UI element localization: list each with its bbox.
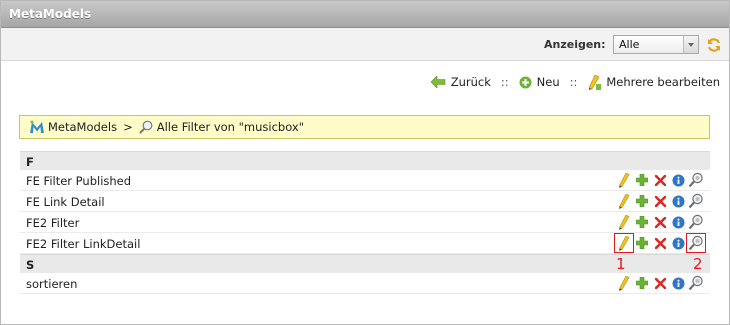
group-header: F [20,151,710,170]
filter-name: FE Filter Published [26,174,132,188]
edit-multiple-label: Mehrere bearbeiten [606,75,720,89]
pencil-icon[interactable] [616,275,632,291]
back-link[interactable]: Zurück [430,75,491,89]
filter-row: sortieren [20,273,710,294]
filter-name: FE2 Filter LinkDetail [26,237,141,251]
info-icon[interactable] [670,275,686,291]
plus-icon[interactable] [634,193,650,209]
breadcrumb-separator: > [123,120,133,134]
show-select-value: Alle [619,38,640,51]
info-icon[interactable] [670,193,686,209]
filter-listing: F FE Filter Published FE Link Detail FE2 Fi… [20,151,710,294]
window-title: MetaModels [9,7,92,21]
metamodels-logo-icon [30,120,44,133]
new-link[interactable]: Neu [519,75,560,89]
action-separator: :: [500,75,509,89]
delete-icon[interactable] [652,275,668,291]
filter-settings-icon[interactable] [688,214,704,230]
plus-icon[interactable] [634,214,650,230]
pencil-icon[interactable] [616,193,632,209]
global-actions: Zurück :: Neu :: Mehrere bearbeiten [430,74,720,90]
row-actions [614,214,704,230]
pencil-icon[interactable] [616,172,632,188]
info-icon[interactable] [670,214,686,230]
filter-settings-icon[interactable] [688,172,704,188]
row-actions [614,193,704,209]
row-actions [614,233,706,253]
filter-toolbar: Anzeigen: Alle [1,28,729,61]
new-icon [519,76,532,88]
new-label: Neu [536,75,560,89]
filter-name: sortieren [26,277,78,291]
info-icon[interactable] [670,235,686,251]
plus-icon[interactable] [634,172,650,188]
plus-icon[interactable] [634,275,650,291]
breadcrumb-current: Alle Filter von "musicbox" [156,120,304,134]
info-icon[interactable] [670,172,686,188]
delete-icon[interactable] [652,214,668,230]
filter-settings-icon[interactable] [688,193,704,209]
magnifier-icon [139,120,153,134]
delete-icon[interactable] [652,193,668,209]
plus-icon[interactable] [634,235,650,251]
group-header: S [20,254,710,273]
filter-row: FE Link Detail [20,191,710,212]
annotation-marker-1: 1 [616,255,626,273]
delete-icon[interactable] [652,235,668,251]
show-select[interactable]: Alle [613,35,699,54]
title-bar: MetaModels [1,1,729,28]
show-label: Anzeigen: [544,38,606,51]
filter-name: FE2 Filter [26,216,80,230]
edit-multiple-icon [588,74,602,90]
refresh-icon[interactable] [706,37,722,53]
filter-row: FE Filter Published [20,170,710,191]
filter-row: FE2 Filter LinkDetail [20,233,710,254]
back-label: Zurück [450,75,491,89]
pencil-icon[interactable] [616,214,632,230]
filter-row: FE2 Filter [20,212,710,233]
edit-multiple-link[interactable]: Mehrere bearbeiten [587,74,720,90]
back-arrow-icon [430,76,446,88]
breadcrumb: MetaModels > Alle Filter von "musicbox" [19,115,710,139]
pencil-icon[interactable] [614,233,634,253]
filter-name: FE Link Detail [26,195,105,209]
row-actions [614,172,704,188]
row-actions [614,275,704,291]
action-separator: :: [569,75,578,89]
filter-settings-icon[interactable] [686,233,706,253]
delete-icon[interactable] [652,172,668,188]
filter-settings-icon[interactable] [688,275,704,291]
breadcrumb-root[interactable]: MetaModels [48,120,117,134]
chevron-down-icon [683,36,698,53]
annotation-marker-2: 2 [693,255,703,273]
